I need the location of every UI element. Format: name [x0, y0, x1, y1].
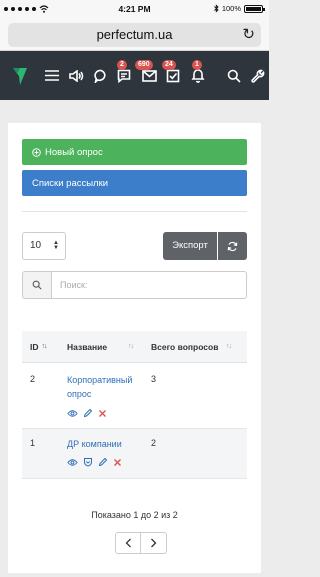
- status-bar: 4:21 PM 100%: [0, 0, 269, 19]
- messages-badge: 2: [117, 60, 127, 70]
- new-poll-label: Новый опрос: [45, 146, 103, 158]
- prev-page-button[interactable]: [115, 532, 141, 554]
- notifications-badge: 1: [192, 60, 202, 70]
- column-id[interactable]: ID ↑↓: [30, 341, 48, 352]
- table-row: 1 ДР компании 2: [22, 429, 247, 479]
- edit-icon[interactable]: [83, 408, 93, 418]
- sort-icon: ↑↓: [128, 343, 134, 350]
- app-navbar: 2 690 24 1: [0, 51, 269, 100]
- row-actions: [67, 457, 122, 467]
- battery-icon: [244, 4, 265, 13]
- url-text: perfectum.ua: [96, 27, 173, 42]
- poll-name-link[interactable]: ДР компании: [67, 437, 122, 451]
- sort-icon: ↑↓: [226, 343, 232, 350]
- column-name-label: Название: [67, 341, 108, 352]
- pagination-info: Показано 1 до 2 из 2: [91, 510, 178, 520]
- export-label: Экспорт: [172, 240, 208, 251]
- chevron-right-icon: [151, 538, 157, 548]
- mail-badge: 690: [135, 60, 153, 70]
- page-size-value: 10: [30, 240, 42, 251]
- pagination: [115, 532, 167, 554]
- divider: [22, 211, 247, 212]
- browser-toolbar: perfectum.ua ↻: [0, 19, 269, 51]
- search-icon: [32, 280, 42, 290]
- mailing-lists-label: Списки рассылки: [32, 177, 109, 189]
- refresh-button[interactable]: [218, 232, 247, 260]
- row-id: 1: [30, 438, 36, 448]
- address-bar[interactable]: perfectum.ua ↻: [8, 23, 261, 47]
- page-size-select[interactable]: 10 ▲ ▼: [22, 232, 66, 260]
- column-questions-label: Всего вопросов: [151, 341, 219, 352]
- poll-name-line: ДР компании: [67, 439, 122, 449]
- column-id-label: ID: [30, 341, 39, 352]
- view-icon[interactable]: [67, 409, 78, 418]
- reload-icon[interactable]: ↻: [242, 23, 255, 47]
- poll-name-link[interactable]: Корпоративный опрос: [67, 373, 132, 401]
- poll-name-line: опрос: [67, 389, 92, 399]
- logo-icon[interactable]: [8, 51, 32, 100]
- bluetooth-icon: [213, 4, 219, 13]
- row-id: 2: [30, 374, 36, 384]
- view-icon[interactable]: [67, 458, 78, 467]
- bell-icon[interactable]: [188, 51, 208, 100]
- new-poll-button[interactable]: Новый опрос: [22, 139, 247, 165]
- column-name[interactable]: Название: [67, 342, 107, 352]
- row-questions: 3: [151, 374, 157, 384]
- search-icon[interactable]: [224, 51, 244, 100]
- chevron-left-icon: [125, 538, 131, 548]
- sound-icon[interactable]: [67, 51, 87, 100]
- mail-icon[interactable]: [139, 51, 159, 100]
- polls-panel: Новый опрос Списки рассылки 10 ▲ ▼ Экспор…: [8, 123, 261, 573]
- export-button[interactable]: Экспорт: [163, 232, 217, 260]
- checklist-icon[interactable]: [163, 51, 183, 100]
- select-arrows-icon: ▲ ▼: [53, 240, 59, 251]
- messages-icon[interactable]: [114, 51, 134, 100]
- row-questions: 2: [151, 438, 157, 448]
- row-actions: [67, 408, 107, 418]
- poll-name-line: Корпоративный: [67, 375, 133, 385]
- plus-circle-icon: [32, 147, 41, 157]
- table-row: 2 Корпоративный опрос 3: [22, 363, 247, 429]
- polls-table: ID ↑↓ Название ↑↓ Всего вопросов ↑↓ 2 Ко…: [22, 331, 247, 479]
- wrench-icon[interactable]: [248, 51, 268, 100]
- sort-icon: ↑↓: [41, 343, 48, 350]
- search-input[interactable]: [51, 271, 247, 299]
- column-questions[interactable]: Всего вопросов: [151, 342, 218, 352]
- delete-icon[interactable]: [113, 458, 122, 467]
- next-page-button[interactable]: [141, 532, 167, 554]
- shield-icon[interactable]: [83, 457, 93, 467]
- checklist-badge: 24: [162, 60, 176, 70]
- table-header: ID ↑↓ Название ↑↓ Всего вопросов ↑↓: [22, 331, 247, 363]
- refresh-icon: [227, 241, 238, 251]
- mailing-lists-button[interactable]: Списки рассылки: [22, 170, 247, 196]
- search-addon: [22, 271, 51, 299]
- battery-percent: 100%: [221, 4, 241, 13]
- edit-icon[interactable]: [98, 457, 108, 467]
- chat-icon[interactable]: [91, 51, 111, 100]
- menu-icon[interactable]: [42, 51, 62, 100]
- delete-icon[interactable]: [98, 409, 107, 418]
